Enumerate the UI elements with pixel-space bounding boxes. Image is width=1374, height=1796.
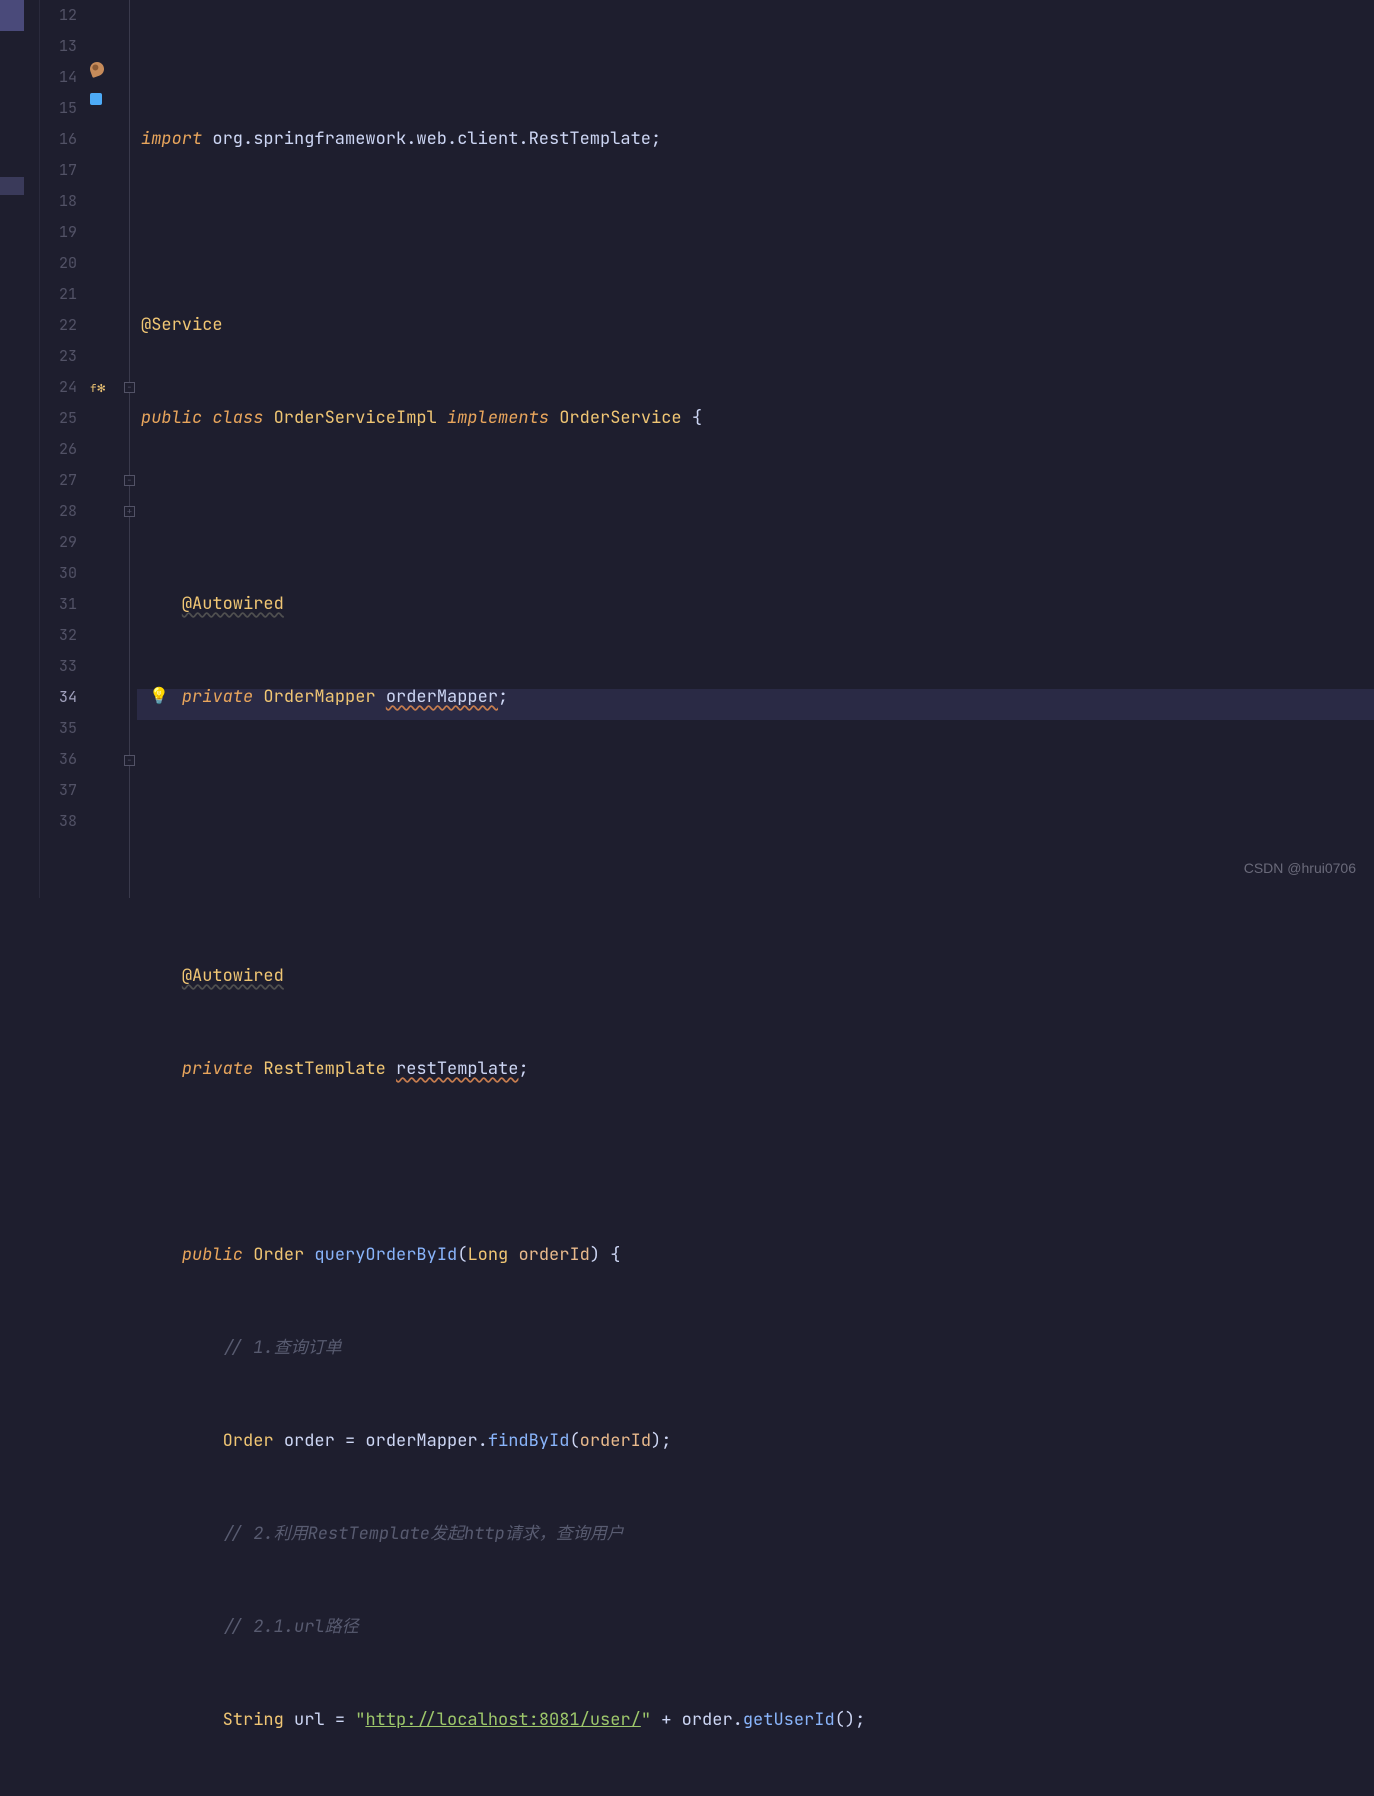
comment: // 2.利用RestTemplate发起http请求，查询用户 [223, 1523, 624, 1545]
line-number[interactable]: 38 [40, 806, 77, 837]
line-number[interactable]: 12 [40, 0, 77, 31]
line-number[interactable]: 16 [40, 124, 77, 155]
line-number-column: 12 13 14 15 16 17 18 19 20 21 22 23 24 2… [40, 0, 85, 898]
keyword: import [141, 128, 202, 150]
override-icon[interactable]: f✻ [90, 374, 104, 388]
code-area[interactable]: import org.springframework.web.client.Re… [137, 0, 1374, 898]
line-number[interactable]: 19 [40, 217, 77, 248]
annotation: @Service [141, 314, 223, 336]
line-number[interactable]: 20 [40, 248, 77, 279]
fold-column: − − + − [123, 0, 137, 898]
line-number[interactable]: 26 [40, 434, 77, 465]
fold-toggle[interactable]: − [124, 382, 135, 393]
line-number[interactable]: 37 [40, 775, 77, 806]
comment: // 1.查询订单 [223, 1337, 342, 1359]
line-number[interactable]: 21 [40, 279, 77, 310]
class-name: OrderServiceImpl [274, 407, 437, 429]
comment: // 2.1.url路径 [223, 1616, 359, 1638]
line-number[interactable]: 25 [40, 403, 77, 434]
line-number[interactable]: 23 [40, 341, 77, 372]
implements-icon[interactable] [90, 93, 102, 105]
fold-toggle[interactable]: − [124, 755, 135, 766]
line-number[interactable]: 18 [40, 186, 77, 217]
field: orderMapper [386, 686, 498, 708]
method-name: queryOrderById [314, 1244, 457, 1266]
fold-toggle[interactable]: + [124, 506, 135, 517]
line-number[interactable]: 27 [40, 465, 77, 496]
line-number[interactable]: 33 [40, 651, 77, 682]
spring-bean-icon[interactable] [88, 60, 106, 78]
url-literal: http://localhost:8081/user/ [365, 1709, 640, 1731]
line-number[interactable]: 31 [40, 589, 77, 620]
bookmark-gutter [0, 0, 40, 898]
line-number[interactable]: 15 [40, 93, 77, 124]
fold-toggle[interactable]: − [124, 475, 135, 486]
line-number[interactable]: 30 [40, 558, 77, 589]
line-number[interactable]: 24 [40, 372, 77, 403]
line-number[interactable]: 32 [40, 620, 77, 651]
line-number[interactable]: 34 [40, 682, 77, 713]
annotation: @Autowired [182, 965, 284, 987]
line-number[interactable]: 22 [40, 310, 77, 341]
line-number[interactable]: 28 [40, 496, 77, 527]
bookmark-marker[interactable] [0, 0, 24, 31]
annotation: @Autowired [182, 593, 284, 615]
line-number[interactable]: 14 [40, 62, 77, 93]
line-number[interactable]: 29 [40, 527, 77, 558]
gutter-icon-column: f✻ [85, 0, 123, 898]
code-editor[interactable]: 12 13 14 15 16 17 18 19 20 21 22 23 24 2… [0, 0, 1374, 898]
line-number[interactable]: 35 [40, 713, 77, 744]
field: restTemplate [396, 1058, 518, 1080]
line-number[interactable]: 17 [40, 155, 77, 186]
line-number[interactable]: 36 [40, 744, 77, 775]
change-marker[interactable] [0, 177, 24, 195]
line-number[interactable]: 13 [40, 31, 77, 62]
